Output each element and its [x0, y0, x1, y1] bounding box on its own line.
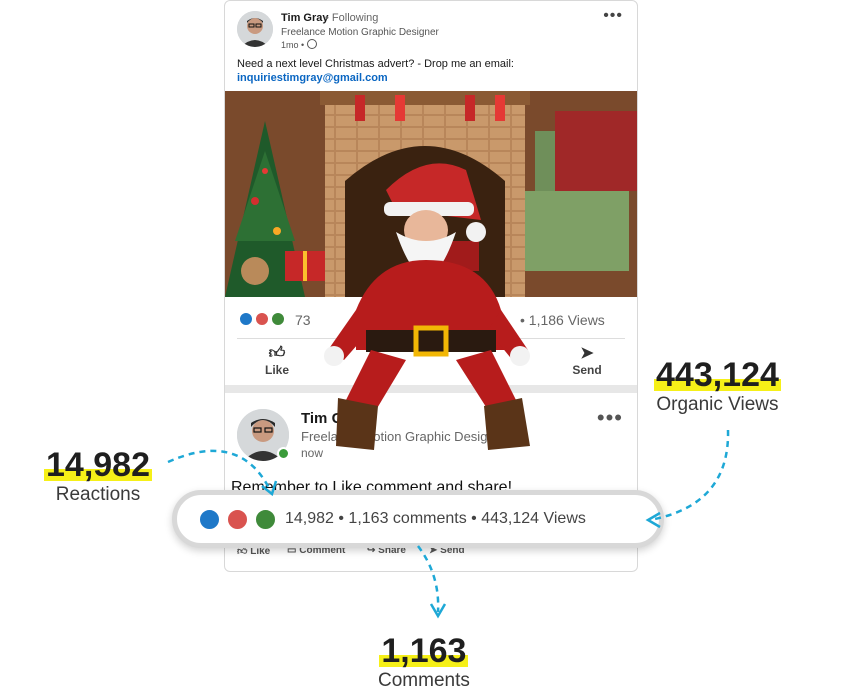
like-label: Like — [264, 363, 289, 377]
post-text: Need a next level Christmas advert? - Dr… — [237, 58, 514, 70]
santa-figure — [316, 150, 556, 470]
globe-icon — [307, 39, 317, 49]
reaction-count[interactable]: 73 — [295, 312, 311, 328]
love-reaction-icon — [255, 312, 269, 326]
arrowhead-icon — [429, 603, 447, 619]
comments-callout: 1,163 Comments — [378, 632, 470, 692]
organic-views-callout: 443,124 Organic Views — [654, 356, 781, 416]
like-button[interactable]: 👍︎ Like — [247, 345, 307, 377]
send-button[interactable]: ➤ Send — [557, 345, 617, 377]
reactions-value: 14,982 — [46, 446, 150, 484]
author-subtitle: Freelance Motion Graphic Designer — [281, 27, 439, 38]
send-label: Send — [572, 363, 602, 377]
like-reaction-icon — [199, 509, 220, 530]
views-arrow — [649, 429, 730, 522]
like-reaction-icon — [239, 312, 253, 326]
email-link[interactable]: inquiriestimgray@gmail.com — [237, 72, 388, 84]
support-reaction-icon — [271, 312, 285, 326]
support-reaction-icon — [255, 509, 276, 530]
online-status-badge — [277, 447, 290, 460]
love-reaction-icon — [227, 509, 248, 530]
stats-highlight-pill: 14,982 • 1,163 comments • 443,124 Views — [172, 490, 664, 548]
reactions-callout: 14,982 Reactions — [44, 446, 152, 506]
author-avatar[interactable] — [237, 11, 273, 47]
stats-summary[interactable]: 14,982 • 1,163 comments • 443,124 Views — [285, 510, 586, 528]
send-icon: ➤ — [580, 345, 594, 362]
reactions-label: Reactions — [55, 484, 141, 505]
author-name[interactable]: Tim Gray — [281, 12, 329, 24]
more-options-button[interactable]: ••• — [603, 7, 623, 25]
comments-label: Comments — [378, 670, 470, 691]
post-time: 1mo • — [281, 40, 305, 50]
organic-views-value: 443,124 — [656, 356, 779, 394]
promo-stage: Tim Gray • Following Freelance Motion Gr… — [0, 0, 860, 700]
thumbs-up-icon: 👍︎ — [268, 345, 286, 362]
more-options-button-2[interactable]: ••• — [597, 405, 623, 431]
comments-value: 1,163 — [381, 632, 467, 670]
organic-views-label: Organic Views — [656, 394, 779, 415]
following-label: • Following — [325, 12, 379, 24]
